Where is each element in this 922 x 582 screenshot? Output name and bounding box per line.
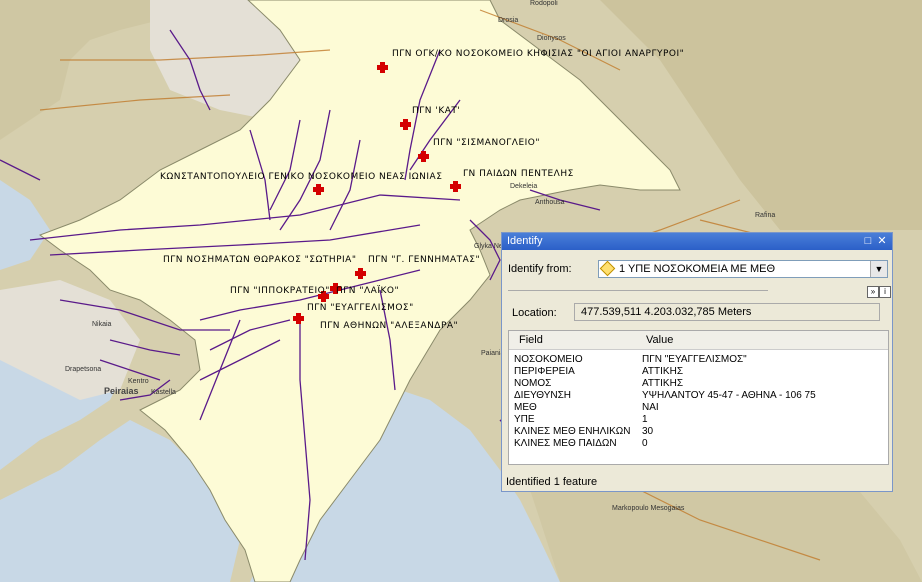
hospital-marker-icon[interactable]	[293, 313, 304, 324]
hospital-label: ΠΓΝ "ΕΥΑΓΓΕΛΙΣΜΟΣ"	[307, 303, 414, 313]
value-cell: 1	[642, 414, 648, 425]
value-cell: ΑΤΤΙΚΗΣ	[642, 378, 683, 389]
hospital-label: ΠΓΝ ΑΘΗΝΩΝ "ΑΛΕΞΑΝΔΡΑ"	[320, 321, 459, 331]
place-label: Rafina	[755, 212, 776, 219]
hospital-label: ΠΓΝ 'ΚΑΤ'	[412, 106, 461, 116]
table-row[interactable]: ΜΕΘ ΝΑΙ	[509, 402, 888, 414]
field-cell: ΥΠΕ	[514, 414, 535, 425]
identify-from-label: Identify from:	[508, 263, 572, 275]
hospital-marker-icon[interactable]	[313, 184, 324, 195]
place-label: Dekeleia	[510, 183, 538, 190]
attribute-table[interactable]: Field Value ΝΟΣΟΚΟΜΕΙΟ ΠΓΝ "ΕΥΑΓΓΕΛΙΣΜΟΣ"…	[508, 330, 889, 465]
hospital-marker-icon[interactable]	[418, 151, 429, 162]
hospital-label: ΠΓΝ ΝΟΣΗΜΑΤΩΝ ΘΩΡΑΚΟΣ "ΣΩΤΗΡΙΑ"	[163, 255, 357, 265]
hospital-marker-icon[interactable]	[450, 181, 461, 192]
hospital-marker-icon[interactable]	[400, 119, 411, 130]
hospital-label: ΠΓΝ "ΣΙΣΜΑΝΟΓΛΕΙΟ"	[433, 138, 541, 148]
hospital-label: ΠΓΝ ΟΓΚ/ΚΟ ΝΟΣΟΚΟΜΕΙΟ ΚΗΦΙΣΙΑΣ "ΟΙ ΑΓΙΟΙ…	[392, 49, 685, 59]
table-row[interactable]: ΠΕΡΙΦΕΡΕΙΑ ΑΤΤΙΚΗΣ	[509, 366, 888, 378]
place-label: Nikaia	[92, 321, 112, 328]
hospital-marker-icon[interactable]	[377, 62, 388, 73]
field-cell: ΝΟΣΟΚΟΜΕΙΟ	[514, 354, 583, 365]
identify-window[interactable]: Identify □ ✕ Identify from: 1 ΥΠΕ ΝΟΣΟΚΟ…	[501, 232, 893, 492]
hospital-label: ΓΝ ΠΑΙΔΩΝ ΠΕΝΤΕΛΗΣ	[463, 169, 574, 179]
place-label: Kastella	[151, 389, 176, 396]
layer-select[interactable]: 1 ΥΠΕ ΝΟΣΟΚΟΜΕΙΑ ΜΕ ΜΕΘ ▼	[598, 260, 888, 278]
hospital-marker-icon[interactable]	[355, 268, 366, 279]
value-cell: ΥΨΗΛΑΝΤΟΥ 45-47 - ΑΘΗΝΑ - 106 75	[642, 390, 816, 401]
location-field: 477.539,511 4.203.032,785 Meters	[574, 303, 880, 321]
info-icon[interactable]: i	[879, 286, 891, 298]
field-cell: ΚΛΙΝΕΣ ΜΕΘ ΠΑΙΔΩΝ	[514, 438, 617, 449]
table-row[interactable]: ΚΛΙΝΕΣ ΜΕΘ ΠΑΙΔΩΝ 0	[509, 438, 888, 450]
divider	[508, 290, 768, 291]
field-cell: ΔΙΕΥΘΥΝΣΗ	[514, 390, 571, 401]
place-label: Drosia	[498, 17, 519, 24]
status-text: Identified 1 feature	[506, 476, 598, 488]
field-cell: ΠΕΡΙΦΕΡΕΙΑ	[514, 366, 575, 377]
window-title: Identify	[507, 235, 543, 247]
layer-select-value: 1 ΥΠΕ ΝΟΣΟΚΟΜΕΙΑ ΜΕ ΜΕΘ	[619, 263, 776, 275]
value-cell: 30	[642, 426, 654, 437]
maximize-icon[interactable]: □	[862, 235, 874, 247]
value-cell: 0	[642, 438, 648, 449]
column-header-value[interactable]: Value	[646, 334, 673, 346]
table-header: Field Value	[509, 331, 888, 350]
field-cell: ΝΟΜΟΣ	[514, 378, 552, 389]
place-label: Drapetsona	[65, 366, 102, 373]
table-row[interactable]: ΝΟΜΟΣ ΑΤΤΙΚΗΣ	[509, 378, 888, 390]
close-icon[interactable]: ✕	[876, 235, 888, 247]
expand-icon[interactable]: »	[867, 286, 879, 298]
location-value: 477.539,511 4.203.032,785 Meters	[581, 306, 752, 318]
place-label: Peiraias	[104, 386, 139, 396]
place-label: Markopoulo Mesogaias	[612, 505, 685, 512]
hospital-label: ΠΓΝ "ΙΠΠΟΚΡΑΤΕΙΟ"	[230, 286, 330, 296]
place-label: Anthousa	[535, 199, 565, 206]
table-row[interactable]: ΝΟΣΟΚΟΜΕΙΟ ΠΓΝ "ΕΥΑΓΓΕΛΙΣΜΟΣ"	[509, 354, 888, 366]
chevron-down-icon[interactable]: ▼	[870, 261, 887, 277]
table-row[interactable]: ΚΛΙΝΕΣ ΜΕΘ ΕΝΗΛΙΚΩΝ 30	[509, 426, 888, 438]
identify-titlebar[interactable]: Identify □ ✕	[502, 233, 892, 250]
table-row[interactable]: ΔΙΕΥΘΥΝΣΗ ΥΨΗΛΑΝΤΟΥ 45-47 - ΑΘΗΝΑ - 106 7…	[509, 390, 888, 402]
table-row[interactable]: ΥΠΕ 1	[509, 414, 888, 426]
column-header-field[interactable]: Field	[519, 334, 543, 346]
place-label: Rodopoli	[530, 0, 558, 7]
value-cell: ΑΤΤΙΚΗΣ	[642, 366, 683, 377]
field-cell: ΜΕΘ	[514, 402, 537, 413]
value-cell: ΝΑΙ	[642, 402, 659, 413]
hospital-label: ΚΩΝΣΤΑΝΤΟΠΟΥΛΕΙΟ ΓΕΝΙΚΟ ΝΟΣΟΚΟΜΕΙΟ ΝΕΑΣ …	[160, 172, 443, 182]
value-cell: ΠΓΝ "ΕΥΑΓΓΕΛΙΣΜΟΣ"	[642, 354, 747, 365]
place-label: Dionysos	[537, 35, 566, 42]
hospital-label: ΠΓΝ "Γ. ΓΕΝΝΗΜΑΤΑΣ"	[368, 255, 481, 265]
place-label: Kentro	[128, 378, 149, 385]
layer-icon	[599, 260, 616, 277]
field-cell: ΚΛΙΝΕΣ ΜΕΘ ΕΝΗΛΙΚΩΝ	[514, 426, 631, 437]
location-label: Location:	[512, 307, 557, 319]
hospital-label: ΠΓΝ "ΛΑΪΚΟ"	[336, 286, 400, 296]
